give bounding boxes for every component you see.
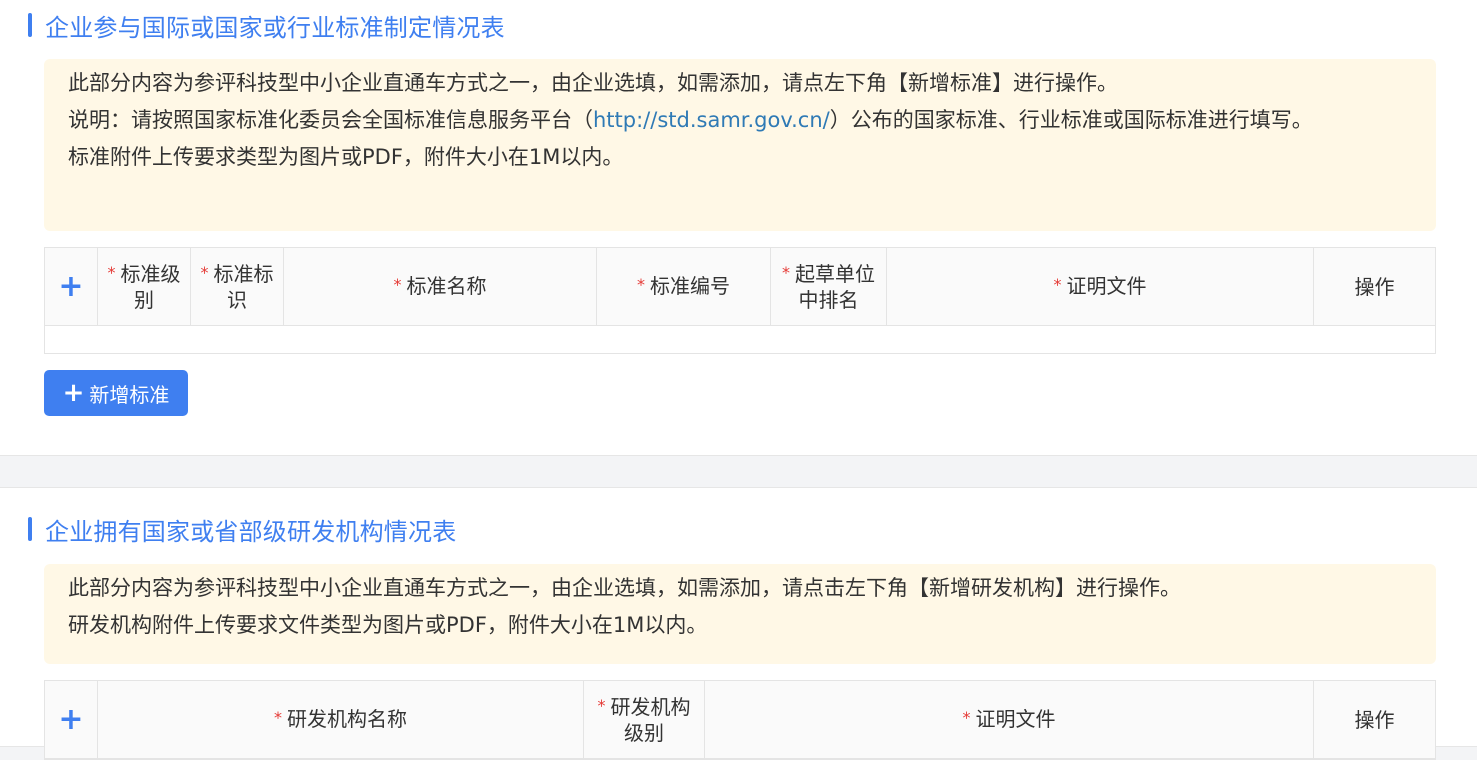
add-row-icon[interactable]: + — [45, 681, 98, 758]
col-standard-mark: * 标准标识 — [191, 248, 284, 325]
col-drafter-rank-label: 起草单位中排名 — [795, 261, 875, 312]
required-mark: * — [1053, 274, 1062, 294]
col-rd-proof-document: * 证明文件 — [705, 681, 1314, 758]
rd-table: + * 研发机构名称 * 研发机构级别 * 证明文件 操作 — [44, 680, 1436, 760]
col-standard-number-label: 标准编号 — [650, 273, 730, 298]
col-standard-name-label: 标准名称 — [406, 273, 487, 298]
required-mark: * — [107, 262, 116, 282]
plus-icon: + — [62, 378, 85, 408]
rd-table-header: + * 研发机构名称 * 研发机构级别 * 证明文件 操作 — [45, 681, 1435, 759]
required-mark: * — [597, 695, 606, 715]
col-standard-number: * 标准编号 — [597, 248, 771, 325]
rd-notice: 此部分内容为参评科技型中小企业直通车方式之一，由企业选填，如需添加，请点击左下角… — [44, 564, 1436, 664]
standards-notice-line2: 说明：请按照国家标准化委员会全国标准信息服务平台（http://std.samr… — [68, 108, 1408, 133]
col-actions: 操作 — [1354, 274, 1395, 299]
col-standard-name: * 标准名称 — [284, 248, 597, 325]
required-mark: * — [962, 707, 971, 727]
col-rd-level: * 研发机构级别 — [584, 681, 705, 758]
rd-title-text: 企业拥有国家或省部级研发机构情况表 — [45, 517, 457, 546]
col-standard-level-label: 标准级别 — [120, 261, 181, 312]
standards-table: + * 标准级别 * 标准标识 * 标准名称 * 标准编号 * 起草单位中排名 * 证明文件… — [44, 247, 1436, 354]
col-proof-document-label: 证明文件 — [1066, 273, 1147, 298]
title-accent-bar — [28, 13, 32, 37]
required-mark: * — [393, 274, 402, 294]
title-accent-bar — [28, 517, 32, 541]
required-mark: * — [637, 274, 645, 294]
standards-notice: 此部分内容为参评科技型中小企业直通车方式之一，由企业选填，如需添加，请点左下角【… — [44, 59, 1436, 231]
col-rd-name-label: 研发机构名称 — [287, 706, 407, 731]
required-mark: * — [274, 707, 282, 727]
standards-section-title: 企业参与国际或国家或行业标准制定情况表 — [28, 10, 505, 42]
col-rd-name: * 研发机构名称 — [98, 681, 584, 758]
col-standard-mark-label: 标准标识 — [213, 261, 274, 312]
samr-link[interactable]: http://std.samr.gov.cn/ — [593, 108, 830, 132]
required-mark: * — [200, 262, 209, 282]
rd-notice-line1: 此部分内容为参评科技型中小企业直通车方式之一，由企业选填，如需添加，请点击左下角… — [68, 576, 1181, 600]
col-proof-document: * 证明文件 — [887, 248, 1314, 325]
standards-table-header: + * 标准级别 * 标准标识 * 标准名称 * 标准编号 * 起草单位中排名 * 证明文件… — [45, 248, 1435, 326]
standards-card: 企业参与国际或国家或行业标准制定情况表 此部分内容为参评科技型中小企业直通车方式… — [0, 0, 1477, 456]
standards-table-body — [45, 326, 1435, 353]
required-mark: * — [782, 262, 790, 282]
rd-institution-card: 企业拥有国家或省部级研发机构情况表 此部分内容为参评科技型中小企业直通车方式之一… — [0, 487, 1477, 760]
col-drafter-rank: * 起草单位中排名 — [771, 248, 887, 325]
standards-notice-line2-suffix: ）公布的国家标准、行业标准或国际标准进行填写。 — [829, 108, 1313, 132]
standards-notice-line3: 标准附件上传要求类型为图片或PDF，附件大小在1M以内。 — [68, 145, 624, 169]
add-standard-label: 新增标准 — [89, 382, 170, 407]
col-rd-proof-document-label: 证明文件 — [975, 706, 1056, 731]
col-rd-actions: 操作 — [1354, 707, 1395, 732]
col-standard-level: * 标准级别 — [98, 248, 191, 325]
standards-notice-line2-prefix: 说明：请按照国家标准化委员会全国标准信息服务平台（ — [68, 108, 593, 132]
rd-notice-line2: 研发机构附件上传要求文件类型为图片或PDF，附件大小在1M以内。 — [68, 613, 708, 637]
standards-notice-line1: 此部分内容为参评科技型中小企业直通车方式之一，由企业选填，如需添加，请点左下角【… — [68, 71, 1118, 95]
rd-section-title: 企业拥有国家或省部级研发机构情况表 — [28, 514, 457, 546]
col-rd-level-label: 研发机构级别 — [610, 694, 691, 745]
add-standard-button[interactable]: + 新增标准 — [44, 370, 188, 416]
standards-title-text: 企业参与国际或国家或行业标准制定情况表 — [45, 13, 505, 42]
add-row-icon[interactable]: + — [45, 248, 98, 325]
